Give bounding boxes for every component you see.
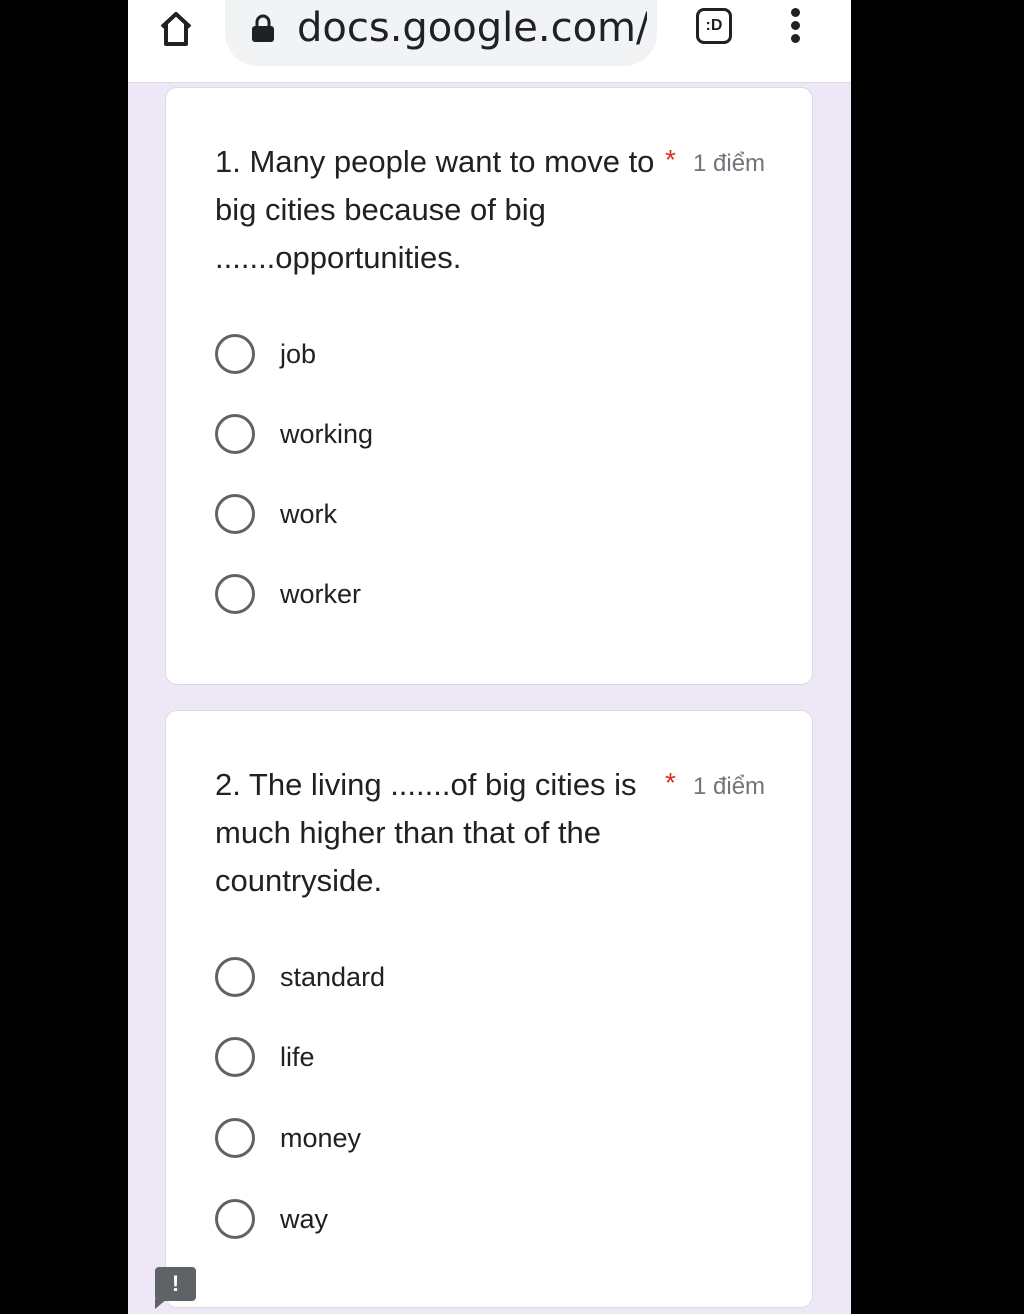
option-standard[interactable]: standard [215, 953, 775, 1001]
option-label: job [280, 339, 317, 369]
tab-switcher-button[interactable]: :D [696, 8, 732, 44]
phone-screen: docs.google.com/ :D 1. Many people want … [128, 0, 851, 1314]
option-working[interactable]: working [215, 410, 775, 458]
radio-button[interactable] [215, 414, 255, 454]
points-label: 1 điểm [693, 773, 766, 800]
option-label: worker [280, 579, 362, 609]
more-menu-icon[interactable] [784, 8, 806, 46]
points-label: 1 điểm [693, 150, 766, 177]
address-bar[interactable]: docs.google.com/ [225, 0, 657, 66]
required-marker: * [665, 144, 676, 175]
option-work[interactable]: work [215, 490, 775, 538]
option-money[interactable]: money [215, 1114, 775, 1162]
required-marker: * [665, 767, 676, 798]
question-title: 2. The living .......of big cities is mu… [215, 767, 637, 898]
option-way[interactable]: way [215, 1195, 775, 1243]
option-label: work [280, 499, 338, 529]
radio-button[interactable] [215, 574, 255, 614]
lock-icon [251, 14, 275, 44]
home-icon[interactable] [156, 8, 196, 48]
option-label: way [280, 1204, 329, 1234]
radio-button[interactable] [215, 494, 255, 534]
option-worker[interactable]: worker [215, 570, 775, 618]
radio-button[interactable] [215, 1118, 255, 1158]
url-text: docs.google.com/ [297, 5, 647, 51]
radio-button[interactable] [215, 957, 255, 997]
option-job[interactable]: job [215, 330, 775, 378]
browser-toolbar: docs.google.com/ :D [128, 0, 851, 83]
feedback-button[interactable]: ! [155, 1267, 196, 1301]
radio-button[interactable] [215, 1199, 255, 1239]
question-card-2: 2. The living .......of big cities is mu… [165, 710, 813, 1308]
radio-button[interactable] [215, 334, 255, 374]
option-label: money [280, 1123, 362, 1153]
question-card-1: 1. Many people want to move to big citie… [165, 87, 813, 685]
option-label: working [280, 419, 374, 449]
option-label: life [280, 1042, 315, 1072]
feedback-tail [155, 1299, 167, 1309]
question-title: 1. Many people want to move to big citie… [215, 144, 655, 275]
option-label: standard [280, 962, 386, 992]
option-life[interactable]: life [215, 1033, 775, 1081]
radio-button[interactable] [215, 1037, 255, 1077]
